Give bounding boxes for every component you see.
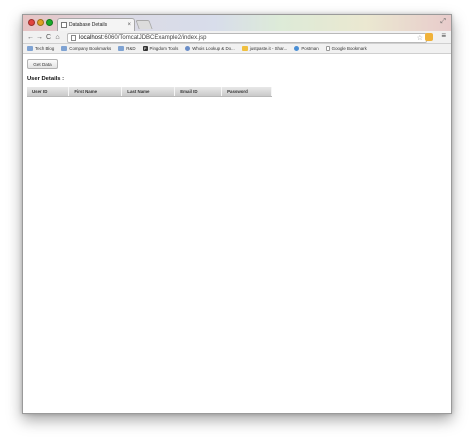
bookmark-google-bookmark[interactable]: Google Bookmark [325, 46, 367, 51]
new-tab-button[interactable] [135, 20, 153, 29]
forward-icon[interactable]: → [35, 34, 44, 41]
bookmark-rnd[interactable]: R&D [118, 46, 136, 51]
back-icon[interactable]: ← [26, 34, 35, 41]
folder-icon [61, 46, 68, 51]
globe-icon [185, 46, 191, 51]
reload-icon[interactable]: C [44, 34, 53, 41]
extension-icon[interactable] [425, 33, 433, 41]
home-icon[interactable]: ⌂ [53, 34, 62, 41]
get-data-button[interactable]: Get Data [27, 59, 58, 69]
postman-icon [294, 46, 300, 51]
bookmark-company-bookmarks[interactable]: Company Bookmarks [61, 46, 111, 51]
close-window-button[interactable] [28, 19, 35, 26]
folder-icon [118, 46, 125, 51]
page-content: Get Data User Details : User ID First Na… [23, 55, 451, 413]
tab-strip: Database Details × ⤢ [23, 15, 451, 31]
fullscreen-icon[interactable]: ⤢ [440, 18, 446, 26]
column-header-first-name: First Name [68, 87, 123, 97]
column-header-email-id: Email ID [174, 87, 223, 97]
menu-icon[interactable]: ≡ [441, 32, 446, 40]
tab-close-icon[interactable]: × [127, 22, 131, 28]
page-icon [71, 35, 76, 41]
bookmarks-bar: Tech Blog Company Bookmarks R&D P Pingdom… [23, 44, 451, 54]
bookmark-justpaste[interactable]: justpaste.it - Shar... [241, 46, 287, 51]
page-favicon-icon [61, 22, 67, 28]
page-icon [325, 46, 330, 51]
url-text: localhost:6060/TomcatJDBCExample2/index.… [79, 35, 207, 41]
column-header-password: Password [221, 87, 272, 97]
bookmark-tech-blog[interactable]: Tech Blog [27, 46, 54, 51]
bookmark-whois-lookup[interactable]: Whois Lookup & Do... [185, 46, 235, 51]
column-header-last-name: Last Name [121, 87, 176, 97]
bookmark-star-icon[interactable]: ☆ [417, 34, 423, 42]
justpaste-icon [241, 46, 248, 51]
address-bar[interactable]: localhost:6060/TomcatJDBCExample2/index.… [67, 33, 427, 43]
minimize-window-button[interactable] [37, 19, 44, 26]
tab-database-details[interactable]: Database Details × [57, 18, 135, 31]
folder-icon [27, 46, 33, 51]
bookmark-pingdom-tools[interactable]: P Pingdom Tools [142, 46, 178, 51]
table-header-row: User ID First Name Last Name Email ID Pa… [27, 87, 272, 97]
browser-window: Database Details × ⤢ ← → C ⌂ localhost:6… [22, 14, 452, 414]
user-details-table: User ID First Name Last Name Email ID Pa… [27, 87, 272, 97]
zoom-window-button[interactable] [46, 19, 53, 26]
tab-title: Database Details [69, 22, 108, 28]
browser-toolbar: ← → C ⌂ localhost:6060/TomcatJDBCExample… [23, 31, 451, 44]
column-header-user-id: User ID [27, 87, 70, 97]
bookmark-postman[interactable]: Postman [294, 46, 319, 51]
user-details-heading: User Details : [27, 76, 65, 82]
pingdom-icon: P [142, 46, 148, 51]
